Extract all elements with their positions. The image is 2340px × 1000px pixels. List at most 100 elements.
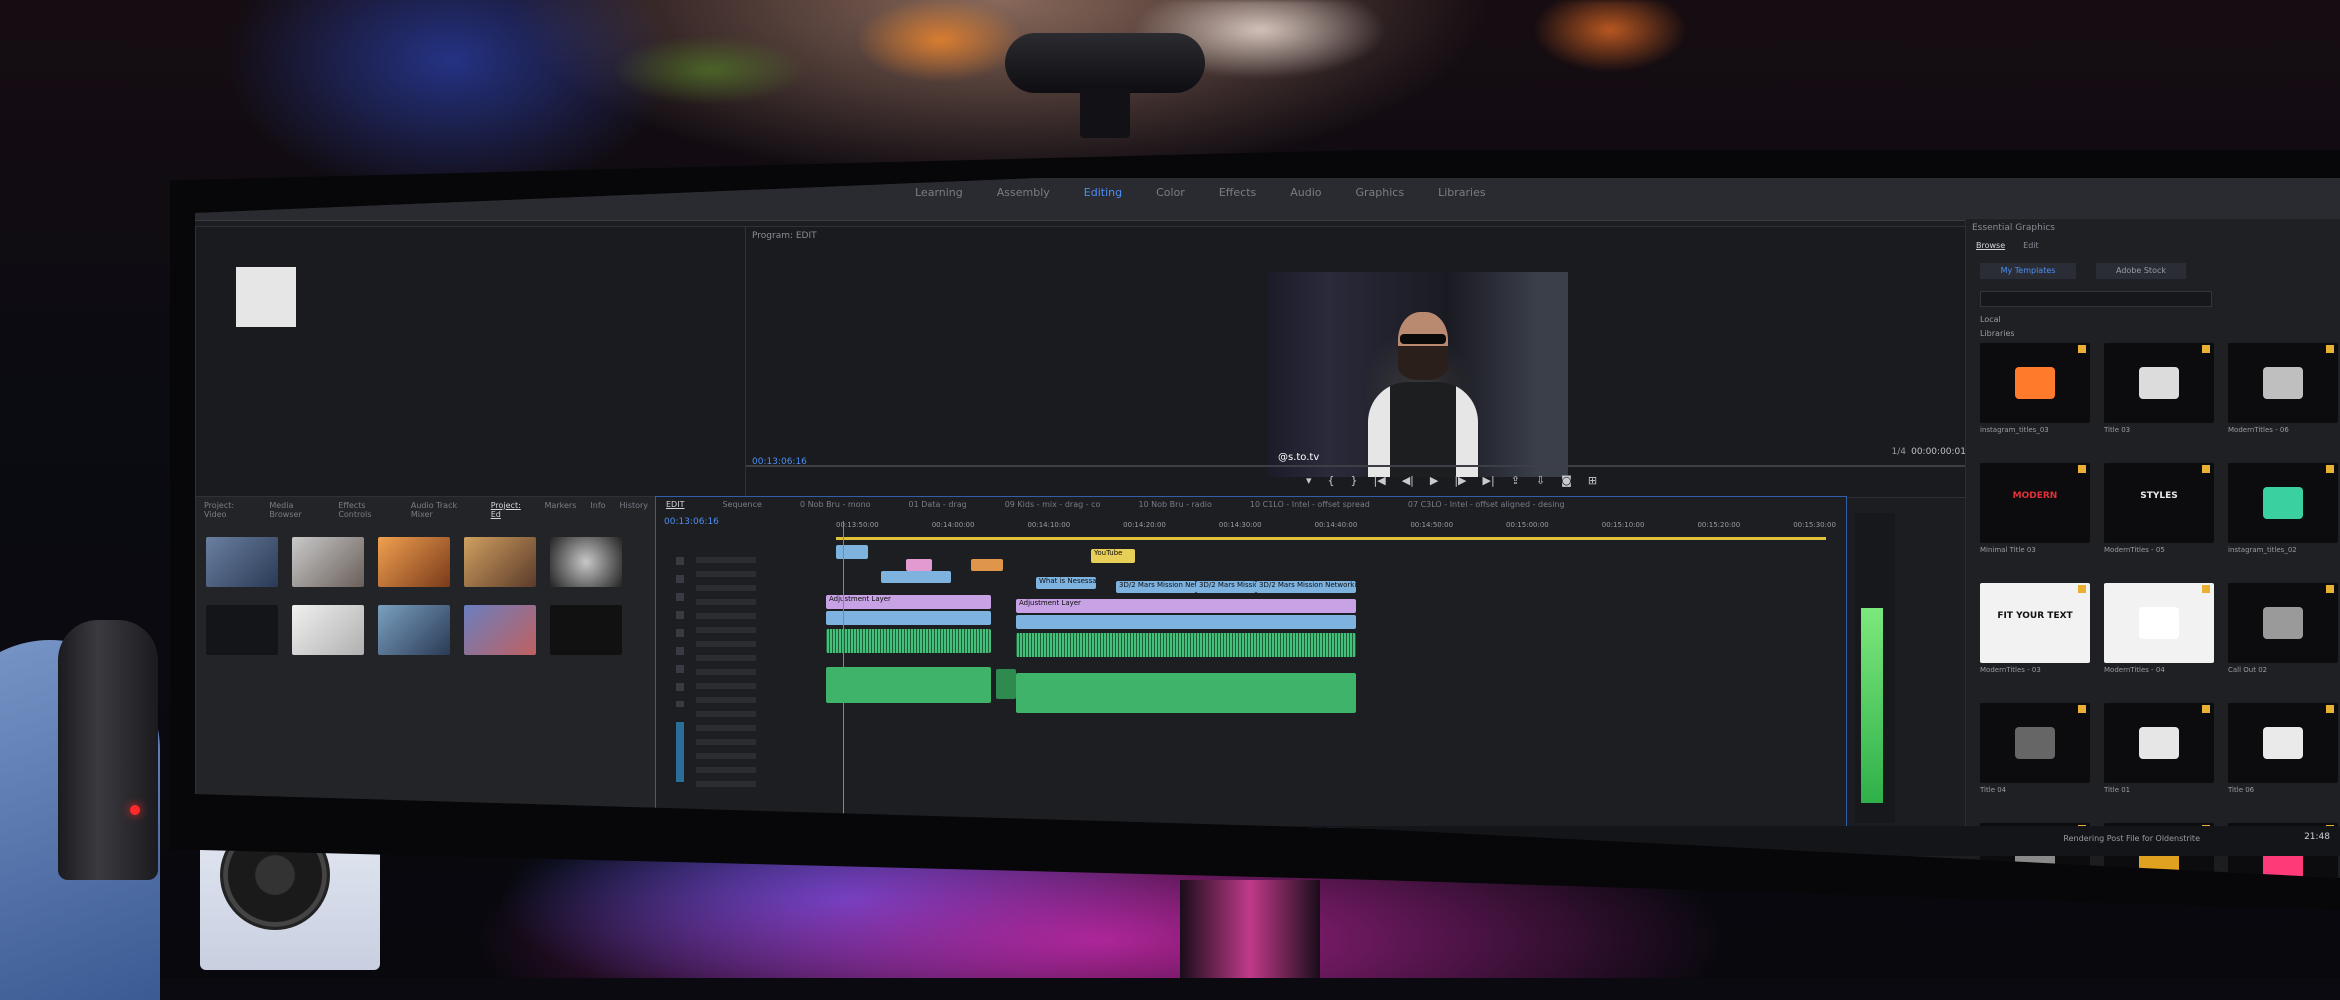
- template-item[interactable]: instagram_titles_02: [2228, 463, 2338, 559]
- music-clip[interactable]: [1016, 673, 1356, 713]
- bin-tab-project-video[interactable]: Project: Video: [204, 501, 255, 519]
- bin-tab-markers[interactable]: Markers: [545, 501, 577, 519]
- workspace-tab-editing[interactable]: Editing: [1084, 186, 1122, 199]
- program-video-frame[interactable]: @s.to.tv: [1268, 272, 1568, 477]
- template-item[interactable]: Title 04: [1980, 703, 2090, 799]
- work-area-bar[interactable]: [836, 537, 1826, 540]
- template-item[interactable]: Title 03: [2104, 343, 2214, 439]
- sequence-tab[interactable]: 0 Nob Bru - mono: [800, 500, 871, 509]
- template-thumbnail[interactable]: MODERN: [1980, 463, 2090, 543]
- go-to-out-icon[interactable]: ▶|: [1483, 474, 1495, 487]
- step-back-icon[interactable]: ◀|: [1402, 474, 1414, 487]
- template-thumbnail[interactable]: [2104, 583, 2214, 663]
- sequence-tab[interactable]: 01 Data - drag: [909, 500, 967, 509]
- go-to-in-icon[interactable]: |◀: [1374, 474, 1386, 487]
- adjustment-layer-clip[interactable]: Adjustment Layer: [1016, 599, 1356, 613]
- template-item[interactable]: MODERN Minimal Title 03: [1980, 463, 2090, 559]
- adobe-stock-button[interactable]: Adobe Stock: [2096, 263, 2186, 279]
- template-item[interactable]: STYLES ModernTitles - 05: [2104, 463, 2214, 559]
- program-timecode-current[interactable]: 00:13:06:16: [752, 457, 807, 467]
- template-thumbnail[interactable]: [2228, 703, 2338, 783]
- workspace-tab-graphics[interactable]: Graphics: [1356, 186, 1405, 199]
- template-thumbnail[interactable]: STYLES: [2104, 463, 2214, 543]
- bin-tab-info[interactable]: Info: [590, 501, 605, 519]
- bin-tab-media-browser[interactable]: Media Browser: [269, 501, 324, 519]
- program-scrubber[interactable]: [746, 465, 1976, 467]
- bin-tab-effect-controls[interactable]: Effects Controls: [338, 501, 397, 519]
- time-ruler[interactable]: 00:13:50:00 00:14:00:00 00:14:10:00 00:1…: [836, 521, 1836, 533]
- transition-clip[interactable]: [996, 669, 1016, 699]
- template-thumbnail[interactable]: [1980, 703, 2090, 783]
- graphic-clip[interactable]: [881, 571, 951, 583]
- template-thumbnail[interactable]: [2228, 343, 2338, 423]
- graphic-clip-mars-1[interactable]: 3D/2 Mars Mission Networking: [1116, 581, 1196, 593]
- mark-in-icon[interactable]: {: [1328, 474, 1335, 487]
- audio-clip[interactable]: [826, 629, 991, 653]
- sequence-tab[interactable]: 07 C3LO - Intel - offset aligned - desin…: [1408, 500, 1565, 509]
- bin-tab-project-ed[interactable]: Project: Ed: [491, 501, 531, 519]
- graphic-clip[interactable]: [971, 559, 1003, 571]
- template-thumbnail[interactable]: [2104, 343, 2214, 423]
- template-thumbnail[interactable]: [2228, 583, 2338, 663]
- template-item[interactable]: Title 06: [2228, 703, 2338, 799]
- mark-out-icon[interactable]: }: [1351, 474, 1358, 487]
- template-item[interactable]: Title 01: [2104, 703, 2214, 799]
- video-track-toggles[interactable]: [676, 557, 684, 707]
- template-thumbnail[interactable]: [1980, 343, 2090, 423]
- graphic-clip-mars-2[interactable]: 3D/2 Mars Mission: [1196, 581, 1256, 593]
- timeline-timecode[interactable]: 00:13:06:16: [664, 517, 719, 527]
- local-checkbox[interactable]: Local: [1980, 315, 2001, 324]
- bin-item[interactable]: [464, 605, 536, 655]
- sequence-tab[interactable]: Sequence: [722, 500, 761, 509]
- bin-item[interactable]: [550, 605, 622, 655]
- play-icon[interactable]: ▶: [1430, 474, 1438, 487]
- bin-item[interactable]: [378, 537, 450, 587]
- sequence-tab-edit[interactable]: EDIT: [666, 500, 684, 509]
- sequence-tab[interactable]: 10 Nob Bru - radio: [1138, 500, 1211, 509]
- export-frame-icon[interactable]: ◙: [1561, 474, 1572, 487]
- video-clip[interactable]: [1016, 615, 1356, 629]
- taskbar-clock[interactable]: 21:48: [2304, 832, 2330, 842]
- graphic-clip-what-is[interactable]: What is Nesessarily along t: [1036, 577, 1096, 589]
- step-forward-icon[interactable]: |▶: [1454, 474, 1466, 487]
- bin-item[interactable]: [292, 537, 364, 587]
- my-templates-button[interactable]: My Templates: [1980, 263, 2076, 279]
- template-item[interactable]: instagram_titles_03: [1980, 343, 2090, 439]
- workspace-tab-audio[interactable]: Audio: [1290, 186, 1321, 199]
- extract-icon[interactable]: ⇩: [1536, 474, 1545, 487]
- template-search-input[interactable]: [1980, 291, 2212, 307]
- bin-tab-history[interactable]: History: [620, 501, 648, 519]
- template-thumbnail[interactable]: [2228, 463, 2338, 543]
- bin-item[interactable]: [206, 605, 278, 655]
- bin-item[interactable]: [378, 605, 450, 655]
- bin-tab-audio-mixer[interactable]: Audio Track Mixer: [411, 501, 477, 519]
- eg-tab-browse[interactable]: Browse: [1976, 241, 2005, 250]
- template-thumbnail[interactable]: [2104, 703, 2214, 783]
- lift-icon[interactable]: ⇪: [1511, 474, 1520, 487]
- button-editor-icon[interactable]: ⊞: [1588, 474, 1597, 487]
- track-controls[interactable]: [696, 557, 756, 787]
- video-clip[interactable]: [826, 611, 991, 625]
- bin-item[interactable]: [464, 537, 536, 587]
- template-item[interactable]: Call Out 02: [2228, 583, 2338, 679]
- sequence-tab[interactable]: 10 C1LO - Intel - offset spread: [1250, 500, 1370, 509]
- graphic-clip-mars-3[interactable]: 3D/2 Mars Mission Networking Tueaser Loo…: [1256, 581, 1356, 593]
- workspace-tab-effects[interactable]: Effects: [1219, 186, 1256, 199]
- bin-item[interactable]: [550, 537, 622, 587]
- workspace-tab-libraries[interactable]: Libraries: [1438, 186, 1486, 199]
- template-item[interactable]: ModernTitles - 04: [2104, 583, 2214, 679]
- libraries-checkbox[interactable]: Libraries: [1980, 329, 2015, 338]
- adjustment-layer-clip[interactable]: Adjustment Layer: [826, 595, 991, 609]
- program-resolution-select[interactable]: 1/4: [1892, 447, 1906, 457]
- template-item[interactable]: FIT YOUR TEXT ModernTitles - 03: [1980, 583, 2090, 679]
- add-marker-icon[interactable]: ▾: [1306, 474, 1312, 487]
- workspace-tab-color[interactable]: Color: [1156, 186, 1185, 199]
- audio-track-targets[interactable]: [676, 722, 684, 782]
- workspace-tab-learning[interactable]: Learning: [915, 186, 963, 199]
- template-item[interactable]: ModernTitles - 06: [2228, 343, 2338, 439]
- playhead[interactable]: [843, 521, 844, 821]
- bin-item[interactable]: [292, 605, 364, 655]
- template-thumbnail[interactable]: FIT YOUR TEXT: [1980, 583, 2090, 663]
- graphic-clip[interactable]: [906, 559, 932, 571]
- workspace-tab-assembly[interactable]: Assembly: [997, 186, 1050, 199]
